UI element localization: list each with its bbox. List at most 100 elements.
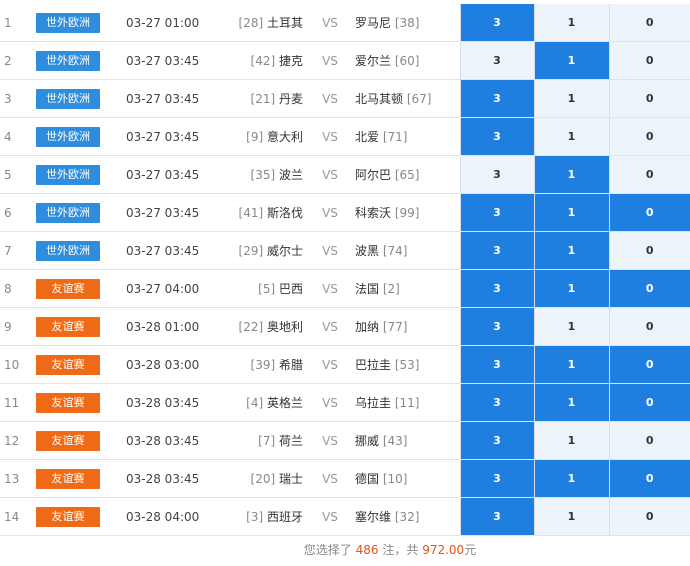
away-team-cell: 北马其顿 [67] [355,79,460,118]
match-time: 03-28 04:00 [116,497,226,536]
league-badge[interactable]: 友谊赛 [36,316,100,337]
match-time: 03-28 01:00 [116,307,226,346]
league-badge[interactable]: 世外欧洲 [36,12,100,33]
match-number: 2 [0,41,36,80]
league-badge[interactable]: 世外欧洲 [36,202,100,223]
league-cell: 友谊赛 [36,345,116,384]
option-draw[interactable]: 1 [533,459,609,498]
match-number: 10 [0,345,36,384]
option-draw[interactable]: 1 [533,497,609,536]
option-win[interactable]: 3 [459,231,534,270]
match-number: 8 [0,269,36,308]
home-team-cell: [28] 土耳其 [226,4,305,42]
option-win[interactable]: 3 [459,269,534,308]
option-draw[interactable]: 1 [533,383,609,422]
option-loss[interactable]: 0 [608,193,690,232]
option-loss[interactable]: 0 [608,79,690,118]
option-win[interactable]: 3 [459,345,534,384]
match-time: 03-27 03:45 [116,79,226,118]
option-loss[interactable]: 0 [608,231,690,270]
option-draw[interactable]: 1 [533,345,609,384]
option-win[interactable]: 3 [459,193,534,232]
option-win[interactable]: 3 [459,307,534,346]
away-rank: [11] [394,396,420,410]
option-draw[interactable]: 1 [533,307,609,346]
option-loss[interactable]: 0 [608,345,690,384]
option-draw[interactable]: 1 [533,41,609,80]
summary-count: 486 [355,543,379,557]
league-badge[interactable]: 世外欧洲 [36,164,100,185]
league-badge[interactable]: 友谊赛 [36,278,100,299]
vs-label: VS [305,421,355,460]
league-badge[interactable]: 世外欧洲 [36,240,100,261]
home-rank: [20] [250,472,276,486]
away-rank: [2] [382,282,400,296]
option-draw[interactable]: 1 [533,4,609,42]
option-loss[interactable]: 0 [608,497,690,536]
home-team: 英格兰 [266,396,303,410]
option-loss[interactable]: 0 [608,117,690,156]
vs-label: VS [305,155,355,194]
away-rank: [71] [382,130,408,144]
away-rank: [60] [394,54,420,68]
match-table: 1 世外欧洲 03-27 01:00 [28] 土耳其 VS 罗马尼 [38] 3 1 0 2 世外… [0,4,690,536]
match-number: 12 [0,421,36,460]
match-time: 03-27 03:45 [116,231,226,270]
summary-mid: 注，共 [382,543,419,557]
home-team-cell: [35] 波兰 [226,155,305,194]
match-row: 2 世外欧洲 03-27 03:45 [42] 捷克 VS 爱尔兰 [60] 3 1 0 [0,41,690,80]
home-team: 丹麦 [278,92,303,106]
away-rank: [32] [394,510,420,524]
home-team-cell: [7] 荷兰 [226,421,305,460]
league-cell: 世外欧洲 [36,4,116,42]
option-draw[interactable]: 1 [533,269,609,308]
match-number: 3 [0,79,36,118]
match-number: 5 [0,155,36,194]
league-badge[interactable]: 世外欧洲 [36,88,100,109]
option-loss[interactable]: 0 [608,421,690,460]
home-rank: [5] [258,282,276,296]
option-draw[interactable]: 1 [533,79,609,118]
away-team-cell: 罗马尼 [38] [355,4,460,42]
league-badge[interactable]: 友谊赛 [36,430,100,451]
option-draw[interactable]: 1 [533,421,609,460]
league-badge[interactable]: 友谊赛 [36,468,100,489]
away-team: 法国 [355,282,380,296]
option-loss[interactable]: 0 [608,269,690,308]
away-team: 巴拉圭 [355,358,392,372]
match-time: 03-27 03:45 [116,117,226,156]
league-badge[interactable]: 世外欧洲 [36,126,100,147]
option-loss[interactable]: 0 [608,307,690,346]
option-win[interactable]: 3 [459,79,534,118]
option-loss[interactable]: 0 [608,4,690,42]
summary-amount: 972.00 [422,543,465,557]
away-team-cell: 塞尔维 [32] [355,497,460,536]
option-win[interactable]: 3 [459,4,534,42]
option-win[interactable]: 3 [459,117,534,156]
option-draw[interactable]: 1 [533,117,609,156]
vs-label: VS [305,231,355,270]
league-badge[interactable]: 友谊赛 [36,392,100,413]
league-badge[interactable]: 友谊赛 [36,506,100,527]
option-loss[interactable]: 0 [608,41,690,80]
option-win[interactable]: 3 [459,459,534,498]
option-win[interactable]: 3 [459,383,534,422]
option-loss[interactable]: 0 [608,459,690,498]
option-win[interactable]: 3 [459,497,534,536]
vs-label: VS [305,269,355,308]
option-draw[interactable]: 1 [533,155,609,194]
away-rank: [38] [394,16,420,30]
option-loss[interactable]: 0 [608,155,690,194]
option-win[interactable]: 3 [459,421,534,460]
match-time: 03-28 03:45 [116,421,226,460]
away-team: 爱尔兰 [355,54,392,68]
league-badge[interactable]: 世外欧洲 [36,50,100,71]
league-badge[interactable]: 友谊赛 [36,354,100,375]
option-draw[interactable]: 1 [533,231,609,270]
option-loss[interactable]: 0 [608,383,690,422]
option-win[interactable]: 3 [459,155,534,194]
option-draw[interactable]: 1 [533,193,609,232]
option-win[interactable]: 3 [459,41,534,80]
home-team: 威尔士 [266,244,303,258]
league-cell: 友谊赛 [36,383,116,422]
